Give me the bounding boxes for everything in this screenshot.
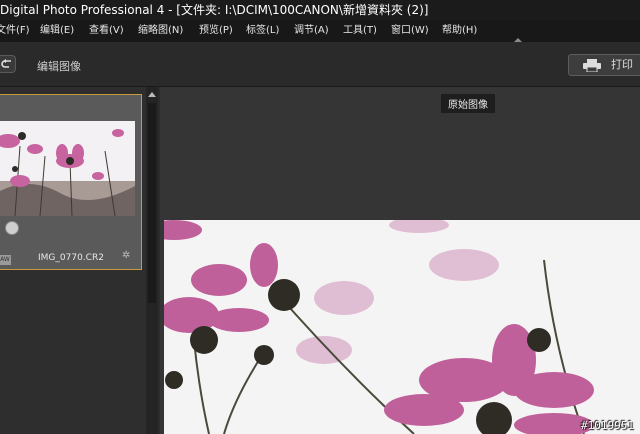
raw-badge: RAW bbox=[0, 255, 11, 265]
scroll-thumb[interactable] bbox=[148, 103, 156, 303]
print-label: 打印 bbox=[611, 58, 633, 71]
main-image bbox=[164, 220, 640, 434]
thumbnail-item[interactable]: RAW IMG_0770.CR2 ✲ bbox=[0, 94, 142, 270]
menu-edit[interactable]: 编辑(E) bbox=[40, 20, 74, 42]
menu-label[interactable]: 标签(L) bbox=[246, 20, 279, 42]
menu-bar: 文件(F) 编辑(E) 查看(V) 缩略图(N) 预览(P) 标签(L) 调节(… bbox=[0, 20, 640, 42]
title-bar: Digital Photo Professional 4 - [文件夹: I:\… bbox=[0, 0, 640, 20]
printer-icon bbox=[583, 59, 601, 72]
edit-status-icon bbox=[5, 221, 19, 235]
window-title: Digital Photo Professional 4 - [文件夹: I:\… bbox=[0, 3, 429, 17]
settings-icon: ✲ bbox=[122, 250, 131, 261]
thumbnail-scrollbar[interactable] bbox=[146, 87, 158, 434]
watermark: #1019951 bbox=[581, 419, 634, 432]
menu-preview[interactable]: 预览(P) bbox=[199, 20, 233, 42]
menu-window[interactable]: 窗口(W) bbox=[391, 20, 429, 42]
viewer-label: 原始图像 bbox=[441, 94, 495, 113]
image-viewer: 原始图像 bbox=[160, 87, 640, 434]
toolbar-title: 编辑图像 bbox=[37, 60, 81, 73]
print-button[interactable]: 打印 bbox=[568, 54, 640, 76]
back-arrow-icon bbox=[1, 59, 11, 68]
menu-tools[interactable]: 工具(T) bbox=[343, 20, 377, 42]
thumbnail-image bbox=[0, 121, 135, 216]
menu-view[interactable]: 查看(V) bbox=[89, 20, 124, 42]
back-button[interactable] bbox=[0, 55, 16, 73]
menu-thumbnail[interactable]: 缩略图(N) bbox=[138, 20, 183, 42]
toolbar: 编辑图像 打印 bbox=[0, 42, 640, 87]
menu-adjust[interactable]: 调节(A) bbox=[294, 20, 329, 42]
menu-help[interactable]: 帮助(H) bbox=[442, 20, 477, 42]
thumbnail-filename: IMG_0770.CR2 bbox=[38, 253, 104, 263]
scroll-up-icon[interactable] bbox=[148, 92, 156, 97]
thumbnail-panel: RAW IMG_0770.CR2 ✲ bbox=[0, 87, 146, 434]
menu-file[interactable]: 文件(F) bbox=[0, 20, 30, 42]
